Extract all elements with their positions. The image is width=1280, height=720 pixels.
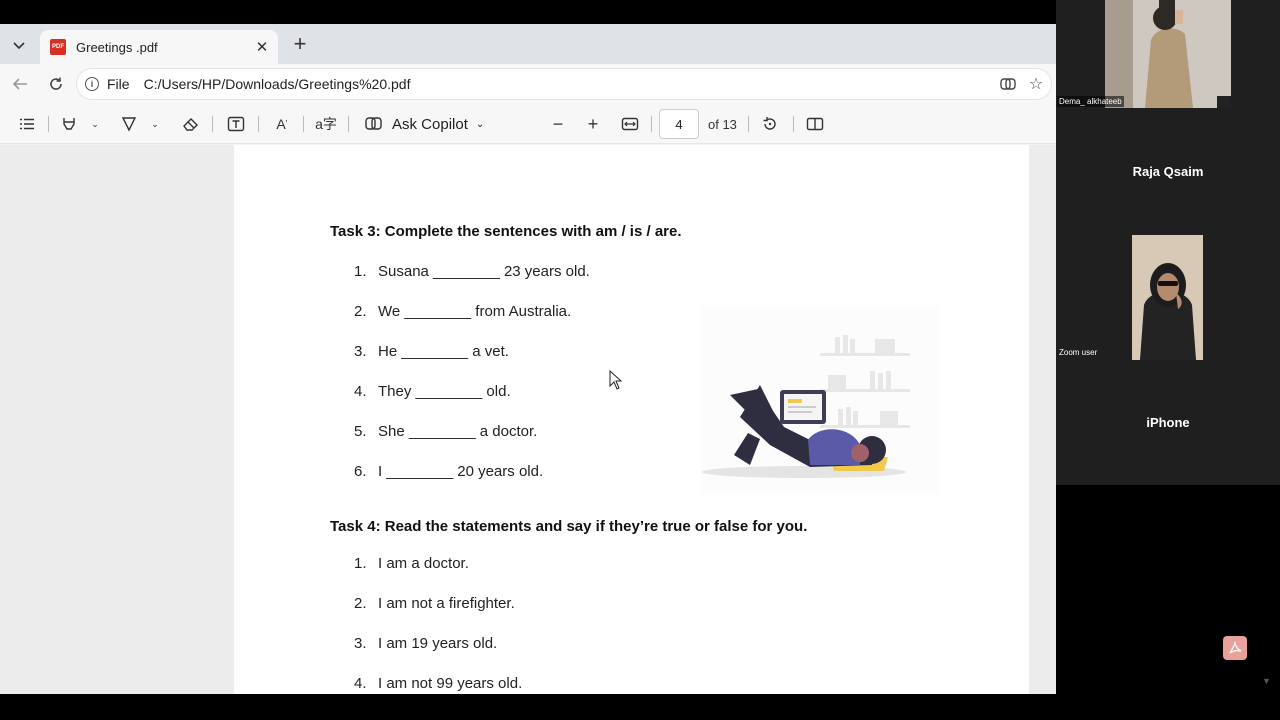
refresh-icon [50,77,62,90]
task4-item: 4. I am not 99 years old. [354,675,523,692]
chevron-down-icon [13,42,25,50]
favorite-star-icon[interactable]: ☆ [1023,71,1049,97]
contents-list-icon[interactable] [16,111,38,137]
draw-dropdown-chevron-icon[interactable]: ⌄ [148,111,162,137]
screen: PDF Greetings .pdf ✕ + i File C:/Users/H… [0,0,1280,720]
person-reading-laptop-illustration [700,305,940,495]
close-tab-button[interactable]: ✕ [254,38,270,56]
task3-item: 2. We ________ from Australia. [354,303,572,320]
toolbar-divider [348,116,349,132]
toolbar-divider [258,116,259,132]
participant-video[interactable] [1105,0,1231,108]
mouse-cursor-icon [609,370,623,390]
task3-item: 6. I ________ 20 years old. [354,463,544,480]
page-count: of 13 [708,117,737,132]
navigation-bar: i File C:/Users/HP/Downloads/Greetings%2… [0,64,1056,104]
ask-copilot-chevron-icon: ⌄ [475,118,485,130]
text-box-icon[interactable] [224,111,248,137]
back-button[interactable] [6,70,34,98]
draw-pen-icon[interactable] [118,111,140,137]
fit-to-width-icon[interactable] [619,111,641,137]
browser-window: PDF Greetings .pdf ✕ + i File C:/Users/H… [0,24,1056,694]
toolbar-divider [212,116,213,132]
address-url[interactable]: C:/Users/HP/Downloads/Greetings%20.pdf [144,76,995,92]
tab-title: Greetings .pdf [76,39,158,55]
task4-item: 3. I am 19 years old. [354,635,498,652]
pdf-viewer[interactable]: Task 3: Complete the sentences with am /… [0,145,1056,694]
task3-title: Task 3: Complete the sentences with am /… [330,223,682,240]
eraser-icon[interactable] [180,111,202,137]
copilot-icon[interactable] [995,71,1021,97]
new-tab-button[interactable]: + [286,30,314,58]
toolbar-divider [48,116,49,132]
toolbar-divider [793,116,794,132]
translate-icon[interactable]: a字 [314,111,338,137]
toolbar-divider [651,116,652,132]
page-number-input[interactable]: 4 [659,109,699,139]
address-scheme-label: File [107,76,130,92]
task3-item: 3. He ________ a vet. [354,343,509,360]
acrobat-icon[interactable] [1223,636,1247,660]
task4-title: Task 4: Read the statements and say if t… [330,518,808,535]
scroll-down-arrow-icon[interactable]: ▼ [1262,676,1271,686]
participant-name: Raja Qsaim [1132,164,1204,179]
task3-item: 5. She ________ a doctor. [354,423,538,440]
tab-actions-menu-button[interactable] [4,32,34,58]
participant-video[interactable] [1132,235,1203,360]
toolbar-divider [303,116,304,132]
task4-item: 2. I am not a firefighter. [354,595,515,612]
read-aloud-icon[interactable]: Aʼ [270,111,294,137]
info-icon[interactable]: i [85,77,99,91]
highlight-icon[interactable] [58,111,80,137]
address-bar[interactable]: i File C:/Users/HP/Downloads/Greetings%2… [76,68,1052,100]
copilot-icon [365,117,382,130]
toolbar-divider [748,116,749,132]
task3-item: 4. They ________ old. [354,383,511,400]
pdf-toolbar: ⌄ ⌄ Aʼ a字 Ask Copilot ⌄ − + 4 of 13 [0,104,1056,144]
pdf-file-icon: PDF [50,39,66,55]
participant-name: iPhone [1146,415,1190,430]
arrow-left-icon [12,78,27,90]
participant-video-frame [1132,235,1203,360]
participant-name: Zoom user [1059,348,1098,357]
tab-bar: PDF Greetings .pdf ✕ + [0,24,1056,64]
participant-name: Dema_ alkhateeb [1057,96,1124,107]
pdf-page: Task 3: Complete the sentences with am /… [234,145,1029,694]
task3-item: 1. Susana ________ 23 years old. [354,263,590,280]
task4-item: 1. I am a doctor. [354,555,469,572]
highlight-dropdown-chevron-icon[interactable]: ⌄ [88,111,102,137]
rotate-icon[interactable] [759,111,781,137]
refresh-button[interactable] [42,70,70,98]
ask-copilot-label: Ask Copilot [392,115,468,133]
participant-video-frame [1105,0,1231,108]
page-view-icon[interactable] [804,111,826,137]
tab-greetings-pdf[interactable]: PDF Greetings .pdf ✕ [40,30,278,64]
zoom-participants-panel: Dema_ alkhateeb Raja Qsaim Zoom user iPh… [1056,0,1280,485]
zoom-in-button[interactable]: + [583,111,603,137]
zoom-out-button[interactable]: − [548,111,568,137]
ask-copilot-button[interactable]: Ask Copilot ⌄ [364,111,484,137]
